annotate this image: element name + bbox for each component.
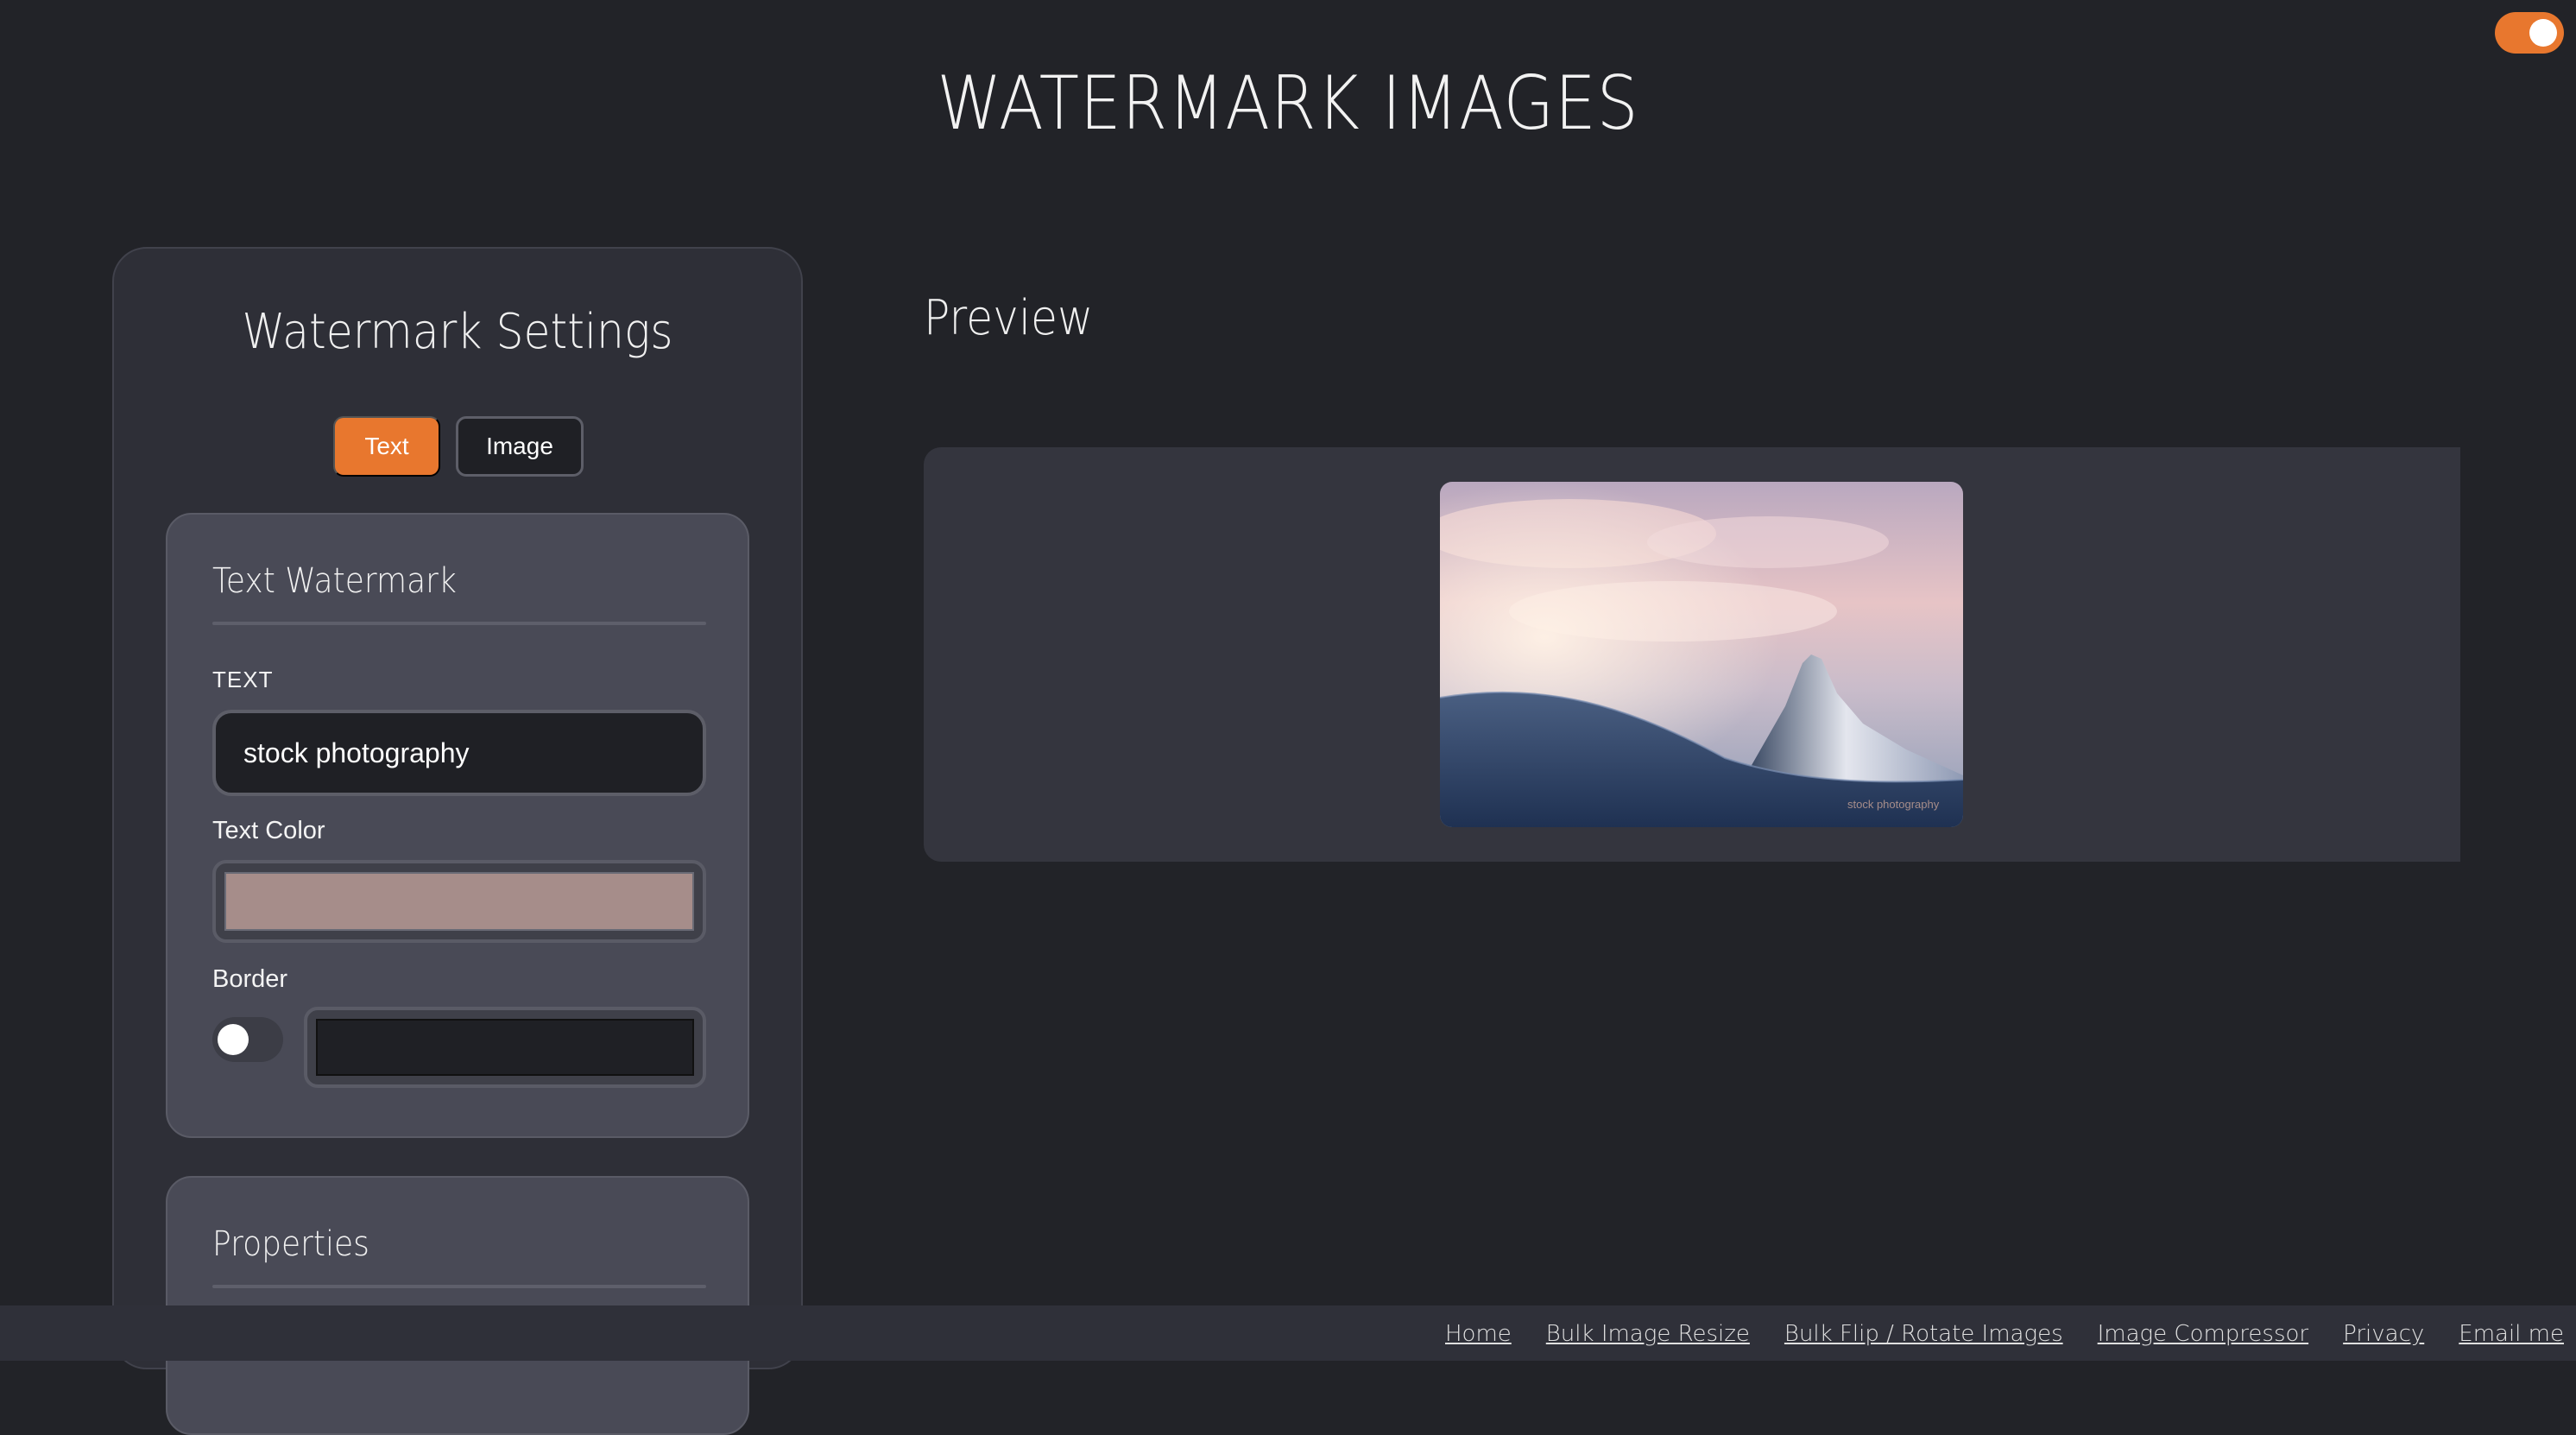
text-watermark-card: Text Watermark TEXT Text Color Border: [166, 513, 749, 1138]
settings-title: Watermark Settings: [242, 304, 673, 360]
border-color-swatch: [316, 1019, 694, 1076]
theme-toggle[interactable]: [2495, 12, 2564, 54]
preview-area: stock photography: [924, 447, 2460, 862]
toggle-knob: [2529, 19, 2557, 47]
properties-heading: Properties: [212, 1224, 369, 1264]
footer-links: Home Bulk Image Resize Bulk Flip / Rotat…: [1445, 1321, 2564, 1347]
divider: [212, 622, 706, 625]
border-toggle[interactable]: [212, 1017, 283, 1062]
mountain-photo: stock photography: [1440, 482, 1963, 827]
watermark-overlay-text: stock photography: [1847, 798, 1940, 811]
page-title: WATERMARK IMAGES: [937, 60, 1639, 147]
border-label: Border: [212, 965, 288, 993]
settings-panel: Watermark Settings Text Image Text Water…: [112, 247, 803, 1435]
footer-link-compressor[interactable]: Image Compressor: [2098, 1321, 2309, 1347]
toggle-knob: [218, 1024, 249, 1055]
text-color-label: Text Color: [212, 817, 325, 844]
watermark-text-input[interactable]: [212, 710, 706, 796]
footer-link-home[interactable]: Home: [1445, 1321, 1512, 1347]
text-watermark-heading: Text Watermark: [212, 561, 457, 601]
footer-link-privacy[interactable]: Privacy: [2343, 1321, 2424, 1347]
text-color-swatch: [224, 872, 694, 931]
text-label: TEXT: [212, 667, 274, 692]
footer-link-flip-rotate[interactable]: Bulk Flip / Rotate Images: [1784, 1321, 2063, 1347]
divider: [212, 1285, 706, 1288]
footer-link-email[interactable]: Email me: [2459, 1321, 2564, 1347]
preview-title: Preview: [924, 290, 1094, 346]
tab-text[interactable]: Text: [333, 416, 440, 477]
footer: Home Bulk Image Resize Bulk Flip / Rotat…: [0, 1305, 2576, 1361]
footer-link-bulk-resize[interactable]: Bulk Image Resize: [1546, 1321, 1750, 1347]
preview-image: stock photography: [1440, 482, 1963, 827]
text-color-picker[interactable]: [212, 860, 706, 943]
border-color-picker[interactable]: [304, 1007, 706, 1088]
tab-image[interactable]: Image: [456, 416, 584, 477]
